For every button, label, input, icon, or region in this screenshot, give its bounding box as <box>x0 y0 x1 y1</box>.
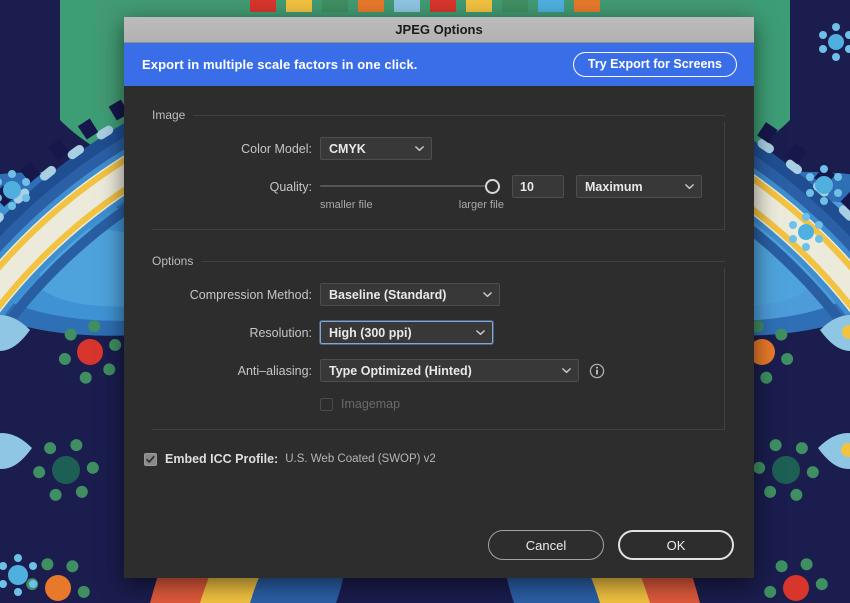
compression-method-label: Compression Method: <box>189 287 312 302</box>
options-group-rule <box>201 260 725 262</box>
quality-preset-value: Maximum <box>585 179 643 194</box>
anti-aliasing-select[interactable]: Type Optimized (Hinted) <box>320 359 579 382</box>
dialog-body: Image Color Model: CMYK Quality: smaller… <box>124 86 754 578</box>
embed-icc-profile-row: Embed ICC Profile: U.S. Web Coated (SWOP… <box>144 452 436 466</box>
chevron-down-icon <box>475 327 486 338</box>
quality-value-input[interactable]: 10 <box>512 175 564 198</box>
image-group: Image <box>152 108 725 230</box>
quality-max-caption: larger file <box>458 199 504 211</box>
image-group-title: Image <box>152 108 186 122</box>
quality-row: Quality: smaller file larger file 10 Max… <box>152 175 725 211</box>
quality-min-caption: smaller file <box>320 199 373 211</box>
imagemap-label: Imagemap <box>341 397 401 411</box>
compression-method-select[interactable]: Baseline (Standard) <box>320 283 500 306</box>
export-for-screens-banner: Export in multiple scale factors in one … <box>124 43 754 86</box>
chevron-down-icon <box>684 181 695 192</box>
options-group-title: Options <box>152 254 194 268</box>
anti-aliasing-info-icon[interactable] <box>589 363 605 379</box>
quality-slider[interactable]: smaller file larger file <box>320 175 504 211</box>
ok-button[interactable]: OK <box>618 530 734 560</box>
dialog-title: JPEG Options <box>395 22 483 37</box>
anti-aliasing-value: Type Optimized (Hinted) <box>329 363 472 378</box>
color-model-label: Color Model: <box>241 141 312 156</box>
image-group-header: Image <box>152 108 725 122</box>
imagemap-checkbox <box>320 397 333 411</box>
resolution-row: Resolution: High (300 ppi) <box>152 321 725 344</box>
promo-message: Export in multiple scale factors in one … <box>142 57 418 72</box>
dialog-footer: Cancel OK <box>488 530 734 560</box>
jpeg-options-dialog: JPEG Options Export in multiple scale fa… <box>124 17 754 578</box>
color-model-value: CMYK <box>329 141 366 156</box>
embed-icc-profile-value: U.S. Web Coated (SWOP) v2 <box>285 453 436 465</box>
quality-label: Quality: <box>269 179 312 194</box>
compression-method-row: Compression Method: Baseline (Standard) <box>152 283 725 306</box>
compression-method-value: Baseline (Standard) <box>329 287 447 302</box>
dialog-titlebar: JPEG Options <box>124 17 754 43</box>
cancel-button[interactable]: Cancel <box>488 530 604 560</box>
resolution-label: Resolution: <box>249 325 312 340</box>
try-export-for-screens-button[interactable]: Try Export for Screens <box>572 52 737 77</box>
embed-icc-profile-checkbox[interactable] <box>144 452 157 466</box>
quality-preset-select[interactable]: Maximum <box>576 175 702 198</box>
resolution-value: High (300 ppi) <box>329 325 412 340</box>
image-group-rule <box>193 114 725 116</box>
color-model-select[interactable]: CMYK <box>320 137 432 160</box>
anti-aliasing-row: Anti–aliasing: Type Optimized (Hinted) <box>152 359 725 382</box>
quality-slider-thumb[interactable] <box>485 179 500 194</box>
chevron-down-icon <box>482 289 493 300</box>
resolution-select[interactable]: High (300 ppi) <box>320 321 493 344</box>
chevron-down-icon <box>561 365 572 376</box>
options-group-header: Options <box>152 254 725 268</box>
embed-icc-profile-label: Embed ICC Profile: <box>165 452 279 466</box>
chevron-down-icon <box>414 143 425 154</box>
cancel-button-label: Cancel <box>525 537 567 553</box>
anti-aliasing-label: Anti–aliasing: <box>237 363 312 378</box>
ok-button-label: OK <box>666 537 686 553</box>
quality-value-text: 10 <box>520 179 534 194</box>
imagemap-row: Imagemap <box>320 397 400 411</box>
color-model-row: Color Model: CMYK <box>152 137 725 160</box>
quality-slider-track[interactable] <box>320 185 496 187</box>
